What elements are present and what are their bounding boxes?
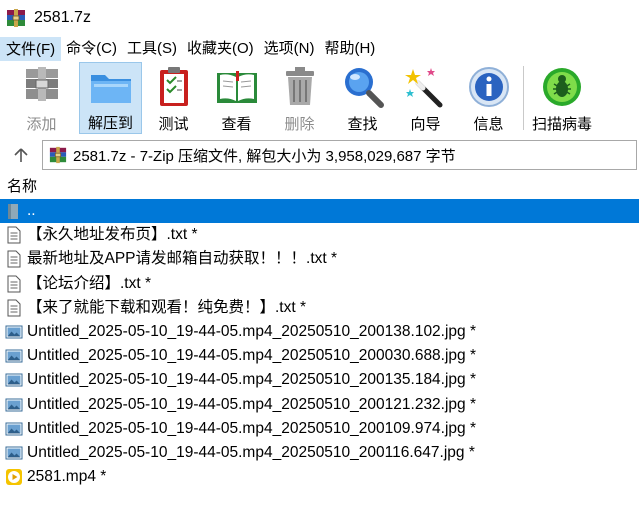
info-icon <box>466 64 512 110</box>
file-name: 最新地址及APP请发邮箱自动获取！！！.txt * <box>27 250 338 268</box>
file-name: 【论坛介绍】.txt * <box>27 274 152 292</box>
add-label: 添加 <box>26 116 57 133</box>
file-list: .. 【永久地址发布页】.txt * 最新地址及APP请发邮箱自动获取！！！.txt… <box>0 199 639 489</box>
window-title: 2581.7z <box>34 9 91 26</box>
file-name: Untitled_2025-05-10_19-44-05.mp4_2025051… <box>27 323 477 341</box>
delete-label: 删除 <box>284 116 315 133</box>
image-file-icon <box>5 420 23 438</box>
magnifier-icon <box>340 64 386 110</box>
test-button[interactable]: 测试 <box>142 62 205 134</box>
up-button[interactable] <box>0 140 42 170</box>
file-row[interactable]: Untitled_2025-05-10_19-44-05.mp4_2025051… <box>0 320 639 344</box>
toolbar-separator <box>523 66 524 130</box>
menu-file[interactable]: 文件(F) <box>0 37 62 61</box>
info-label: 信息 <box>473 116 504 133</box>
image-file-icon <box>5 323 23 341</box>
file-name: Untitled_2025-05-10_19-44-05.mp4_2025051… <box>27 371 477 389</box>
image-file-icon <box>5 444 23 462</box>
image-file-icon <box>5 371 23 389</box>
column-header-name[interactable]: 名称 <box>0 176 639 198</box>
wizard-label: 向导 <box>410 116 441 133</box>
winrar-archive-icon <box>6 8 26 28</box>
add-archive-icon <box>19 64 65 110</box>
clipboard-check-icon <box>151 64 197 110</box>
title-bar: 2581.7z <box>0 0 639 36</box>
menu-favorites[interactable]: 收藏夹(O) <box>182 37 259 61</box>
file-row[interactable]: 2581.mp4 * <box>0 465 639 489</box>
video-file-icon <box>5 468 23 486</box>
bug-icon <box>539 64 585 110</box>
view-button[interactable]: 查看 <box>205 62 268 134</box>
file-name: 2581.mp4 * <box>27 468 107 486</box>
delete-button[interactable]: 删除 <box>268 62 331 134</box>
text-file-icon <box>5 226 23 244</box>
toolbar: 添加 解压到 测试 查看 删除 查找 向导 信息 扫描病毒 <box>0 62 639 136</box>
extract-to-button[interactable]: 解压到 <box>79 62 142 134</box>
image-file-icon <box>5 347 23 365</box>
parent-directory-row[interactable]: .. <box>0 199 639 224</box>
arrow-up-icon <box>14 148 28 162</box>
file-name: Untitled_2025-05-10_19-44-05.mp4_2025051… <box>27 395 477 413</box>
menu-bar: 文件(F) 命令(C) 工具(S) 收藏夹(O) 选项(N) 帮助(H) <box>0 37 639 61</box>
address-field[interactable]: 2581.7z - 7-Zip 压缩文件, 解包大小为 3,958,029,68… <box>42 140 637 170</box>
file-row[interactable]: 【来了就能下载和观看！纯免费！】.txt * <box>0 296 639 320</box>
image-file-icon <box>5 396 23 414</box>
file-row[interactable]: Untitled_2025-05-10_19-44-05.mp4_2025051… <box>0 344 639 368</box>
parent-folder-icon <box>5 202 23 220</box>
file-name: .. <box>27 202 36 220</box>
text-file-icon <box>5 250 23 268</box>
test-label: 测试 <box>158 116 189 133</box>
file-row[interactable]: 【论坛介绍】.txt * <box>0 272 639 296</box>
magic-wand-icon <box>403 64 449 110</box>
virus-scan-label: 扫描病毒 <box>531 116 592 133</box>
file-row[interactable]: Untitled_2025-05-10_19-44-05.mp4_2025051… <box>0 441 639 465</box>
view-label: 查看 <box>221 116 252 133</box>
extract-to-label: 解压到 <box>87 115 133 132</box>
info-button[interactable]: 信息 <box>457 62 520 134</box>
virus-scan-button[interactable]: 扫描病毒 <box>527 62 597 134</box>
file-row[interactable]: Untitled_2025-05-10_19-44-05.mp4_2025051… <box>0 368 639 392</box>
archive-icon <box>49 146 67 164</box>
address-bar: 2581.7z - 7-Zip 压缩文件, 解包大小为 3,958,029,68… <box>0 138 639 172</box>
trash-can-icon <box>277 64 323 110</box>
text-file-icon <box>5 299 23 317</box>
file-name: 【来了就能下载和观看！纯免费！】.txt * <box>27 298 307 316</box>
book-icon <box>214 64 260 110</box>
file-name: 【永久地址发布页】.txt * <box>27 226 198 244</box>
find-label: 查找 <box>347 116 378 133</box>
file-name: Untitled_2025-05-10_19-44-05.mp4_2025051… <box>27 419 477 437</box>
menu-help[interactable]: 帮助(H) <box>319 37 380 61</box>
text-file-icon <box>5 275 23 293</box>
file-name: Untitled_2025-05-10_19-44-05.mp4_2025051… <box>27 443 475 461</box>
file-name: Untitled_2025-05-10_19-44-05.mp4_2025051… <box>27 347 477 365</box>
menu-options[interactable]: 选项(N) <box>259 37 320 61</box>
wizard-button[interactable]: 向导 <box>394 62 457 134</box>
file-row[interactable]: 【永久地址发布页】.txt * <box>0 223 639 247</box>
folder-icon <box>88 65 134 109</box>
add-button[interactable]: 添加 <box>10 62 73 134</box>
menu-tools[interactable]: 工具(S) <box>122 37 182 61</box>
file-row[interactable]: 最新地址及APP请发邮箱自动获取！！！.txt * <box>0 247 639 271</box>
file-row[interactable]: Untitled_2025-05-10_19-44-05.mp4_2025051… <box>0 417 639 441</box>
find-button[interactable]: 查找 <box>331 62 394 134</box>
menu-command[interactable]: 命令(C) <box>61 37 122 61</box>
file-row[interactable]: Untitled_2025-05-10_19-44-05.mp4_2025051… <box>0 393 639 417</box>
address-text: 2581.7z - 7-Zip 压缩文件, 解包大小为 3,958,029,68… <box>73 147 456 165</box>
